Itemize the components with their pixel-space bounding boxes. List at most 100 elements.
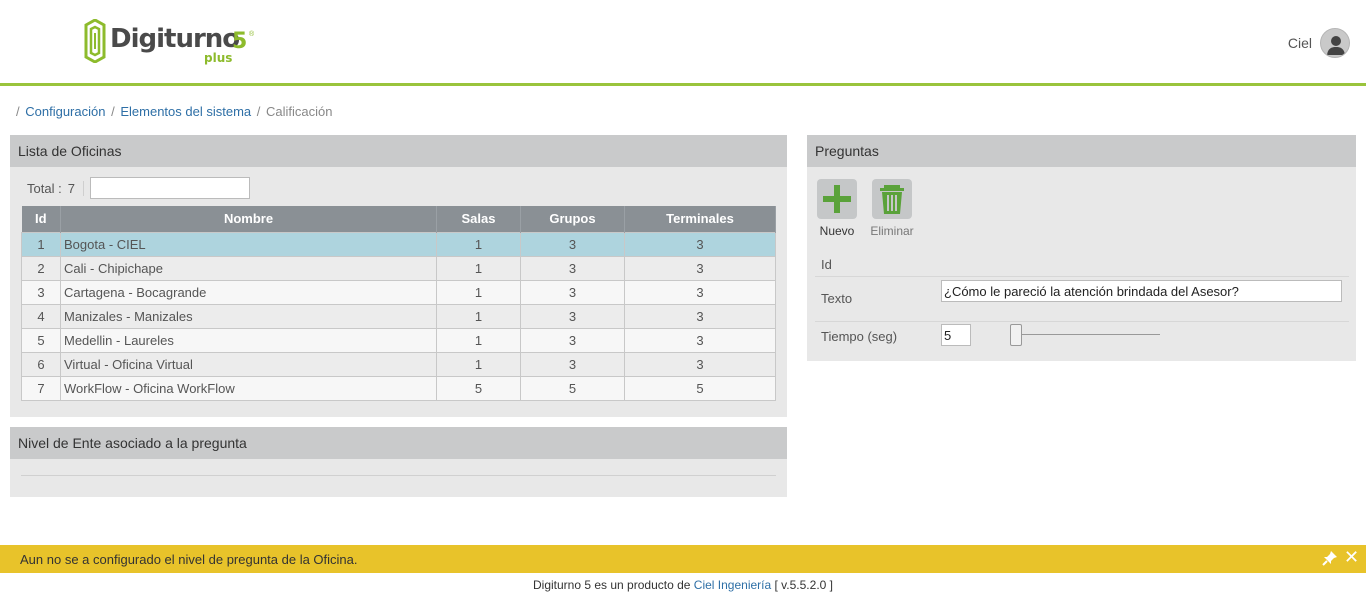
breadcrumb-separator: / bbox=[111, 104, 115, 119]
plus-icon[interactable] bbox=[817, 179, 857, 219]
table-row[interactable]: 4 Manizales - Manizales 1 3 3 bbox=[21, 303, 776, 329]
tiempo-slider-handle[interactable] bbox=[1010, 324, 1022, 346]
notification-text: Aun no se a configurado el nivel de preg… bbox=[20, 552, 358, 567]
cell-terminales: 3 bbox=[624, 327, 776, 353]
cell-salas: 1 bbox=[436, 327, 521, 353]
texto-label: Texto bbox=[821, 291, 853, 306]
cell-id: 1 bbox=[21, 231, 61, 257]
cell-grupos: 3 bbox=[520, 255, 625, 281]
breadcrumb: / Configuración / Elementos del sistema … bbox=[14, 104, 332, 119]
cell-name: Cali - Chipichape bbox=[60, 255, 437, 281]
offices-panel-title: Lista de Oficinas bbox=[10, 135, 787, 167]
cell-grupos: 3 bbox=[520, 279, 625, 305]
questions-panel-title: Preguntas bbox=[807, 135, 1356, 167]
delete-button-label: Eliminar bbox=[870, 224, 914, 238]
cell-salas: 1 bbox=[436, 231, 521, 257]
cell-salas: 1 bbox=[436, 303, 521, 329]
offices-panel: Lista de Oficinas Total : 7 Id Nombre Sa… bbox=[10, 135, 787, 417]
column-header-id[interactable]: Id bbox=[21, 206, 61, 232]
trash-icon[interactable] bbox=[872, 179, 912, 219]
questions-panel: Preguntas Nuevo Eliminar Id Texto ¿Cómo … bbox=[807, 135, 1356, 361]
user-menu[interactable]: Ciel bbox=[1288, 27, 1350, 59]
cell-id: 2 bbox=[21, 255, 61, 281]
table-row[interactable]: 6 Virtual - Oficina Virtual 1 3 3 bbox=[21, 351, 776, 377]
cell-terminales: 3 bbox=[624, 303, 776, 329]
cell-salas: 5 bbox=[436, 375, 521, 401]
cell-terminales: 5 bbox=[624, 375, 776, 401]
tiempo-input[interactable] bbox=[941, 324, 971, 346]
breadcrumb-current: Calificación bbox=[266, 104, 333, 119]
table-row[interactable]: 7 WorkFlow - Oficina WorkFlow 5 5 5 bbox=[21, 375, 776, 401]
questions-toolbar: Nuevo Eliminar bbox=[817, 179, 914, 238]
user-name: Ciel bbox=[1287, 35, 1312, 51]
table-row[interactable]: 1 Bogota - CIEL 1 3 3 bbox=[21, 231, 776, 257]
cell-grupos: 3 bbox=[520, 351, 625, 377]
cell-name: WorkFlow - Oficina WorkFlow bbox=[60, 375, 437, 401]
close-icon[interactable]: ✕ bbox=[1344, 549, 1360, 567]
cell-grupos: 5 bbox=[520, 375, 625, 401]
id-label: Id bbox=[821, 257, 832, 272]
breadcrumb-elementos[interactable]: Elementos del sistema bbox=[120, 104, 251, 119]
cell-terminales: 3 bbox=[624, 279, 776, 305]
cell-terminales: 3 bbox=[624, 231, 776, 257]
app-header: Digiturno 5 ® plus Ciel bbox=[0, 0, 1366, 86]
cell-grupos: 3 bbox=[520, 327, 625, 353]
user-avatar-icon[interactable] bbox=[1320, 28, 1350, 58]
breadcrumb-separator: / bbox=[16, 104, 20, 119]
table-row[interactable]: 3 Cartagena - Bocagrande 1 3 3 bbox=[21, 279, 776, 305]
offices-table: Id Nombre Salas Grupos Terminales 1 Bogo… bbox=[21, 206, 776, 401]
column-header-terminales[interactable]: Terminales bbox=[624, 206, 776, 232]
offices-filter-input[interactable] bbox=[89, 177, 250, 199]
digiturno-logo[interactable]: Digiturno 5 ® plus bbox=[82, 18, 262, 68]
cell-salas: 1 bbox=[436, 279, 521, 305]
texto-input[interactable] bbox=[941, 280, 1342, 302]
level-divider bbox=[21, 475, 776, 476]
cell-grupos: 3 bbox=[520, 303, 625, 329]
logo-registered: ® bbox=[249, 31, 255, 38]
total-label: Total : bbox=[27, 180, 62, 196]
total-count: 7 bbox=[68, 180, 84, 196]
cell-name: Manizales - Manizales bbox=[60, 303, 437, 329]
cell-name: Bogota - CIEL bbox=[60, 231, 437, 257]
cell-name: Medellin - Laureles bbox=[60, 327, 437, 353]
tiempo-label: Tiempo (seg) bbox=[821, 329, 898, 344]
cell-id: 5 bbox=[21, 327, 61, 353]
logo-wordmark: Digiturno bbox=[110, 24, 240, 54]
logo-plus: plus bbox=[204, 51, 233, 65]
offices-total: Total : 7 bbox=[27, 177, 250, 199]
cell-id: 6 bbox=[21, 351, 61, 377]
column-header-nombre[interactable]: Nombre bbox=[60, 206, 437, 232]
column-header-salas[interactable]: Salas bbox=[436, 206, 521, 232]
breadcrumb-configuracion[interactable]: Configuración bbox=[25, 104, 105, 119]
footer: Digiturno 5 es un producto de Ciel Ingen… bbox=[0, 578, 1366, 592]
logo-number: 5 bbox=[232, 29, 248, 54]
column-header-grupos[interactable]: Grupos bbox=[520, 206, 625, 232]
notification-bar: Aun no se a configurado el nivel de preg… bbox=[0, 545, 1366, 573]
cell-name: Cartagena - Bocagrande bbox=[60, 279, 437, 305]
level-panel-title: Nivel de Ente asociado a la pregunta bbox=[10, 427, 787, 459]
cell-salas: 1 bbox=[436, 255, 521, 281]
form-row-texto: Texto bbox=[815, 277, 1349, 322]
breadcrumb-separator: / bbox=[256, 104, 261, 119]
table-row[interactable]: 5 Medellin - Laureles 1 3 3 bbox=[21, 327, 776, 353]
cell-name: Virtual - Oficina Virtual bbox=[60, 351, 437, 377]
level-panel: Nivel de Ente asociado a la pregunta bbox=[10, 427, 787, 497]
tiempo-slider-track[interactable] bbox=[1010, 334, 1160, 335]
cell-grupos: 3 bbox=[520, 231, 625, 257]
cell-id: 4 bbox=[21, 303, 61, 329]
logo-mark-icon bbox=[84, 19, 106, 63]
cell-terminales: 3 bbox=[624, 255, 776, 281]
cell-id: 7 bbox=[21, 375, 61, 401]
new-button[interactable]: Nuevo bbox=[817, 179, 857, 238]
footer-version: [ v.5.5.2.0 ] bbox=[774, 578, 833, 592]
cell-terminales: 3 bbox=[624, 351, 776, 377]
pin-icon[interactable] bbox=[1322, 550, 1338, 566]
cell-salas: 1 bbox=[436, 351, 521, 377]
form-row-tiempo: Tiempo (seg) bbox=[815, 322, 1349, 354]
footer-company-link[interactable]: Ciel Ingeniería bbox=[694, 578, 771, 592]
footer-prefix: Digiturno 5 es un producto de bbox=[533, 578, 691, 592]
delete-button[interactable]: Eliminar bbox=[870, 179, 914, 238]
table-row[interactable]: 2 Cali - Chipichape 1 3 3 bbox=[21, 255, 776, 281]
new-button-label: Nuevo bbox=[819, 224, 855, 238]
table-header-row: Id Nombre Salas Grupos Terminales bbox=[21, 206, 776, 232]
